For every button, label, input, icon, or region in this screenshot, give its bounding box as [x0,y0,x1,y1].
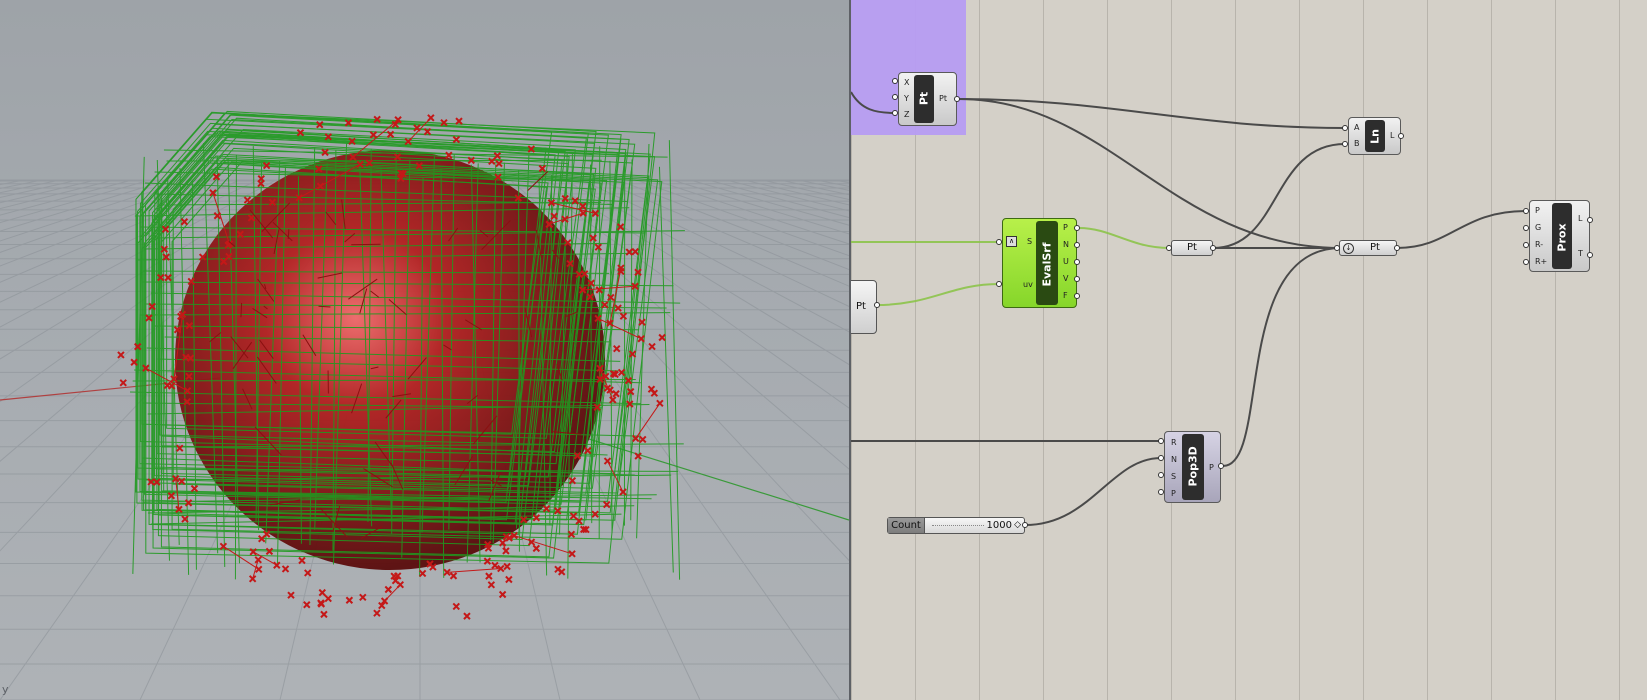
port[interactable] [892,94,898,100]
count-slider[interactable]: Count 1000 ◇ [887,517,1025,534]
port[interactable] [1218,463,1224,469]
port[interactable] [1210,245,1216,251]
internalise-icon: ↓ [1343,243,1354,254]
port[interactable] [1074,276,1080,282]
line-component[interactable]: A B Ln L [1348,117,1401,155]
axis-label: y [2,683,9,696]
port[interactable] [1394,245,1400,251]
viewport-scene [0,110,849,700]
construct-point-component[interactable]: X Y Z Pt Pt [898,72,957,126]
port[interactable] [996,281,1002,287]
port[interactable] [1074,259,1080,265]
slider-value: 1000 [986,520,1012,531]
reparameterize-icon: ∧ [1006,236,1017,247]
wire [851,91,896,114]
port[interactable] [954,96,960,102]
port[interactable] [1342,125,1348,131]
component-name: Pop3D [1186,446,1200,487]
wire-selected [1078,227,1170,249]
port[interactable] [892,78,898,84]
wire [1024,457,1162,526]
port[interactable] [1158,472,1164,478]
wire [1222,247,1342,467]
slider-track[interactable] [932,525,984,527]
wire [1396,210,1527,249]
component-name: Ln [1368,129,1382,144]
point-param-mid[interactable]: Pt [1171,240,1213,256]
port[interactable] [1158,438,1164,444]
wires [851,91,1527,526]
point-param-right[interactable]: ↓ Pt [1339,240,1397,256]
port[interactable] [1074,293,1080,299]
port[interactable] [1158,489,1164,495]
point-param-left[interactable]: Pt [851,280,877,334]
proximity-3d-component[interactable]: P G R- R+ Prox L T [1529,200,1590,272]
component-name: Prox [1555,223,1569,252]
rhino-viewport[interactable]: y [0,0,849,700]
port[interactable] [874,302,880,308]
wire-selected [876,283,1000,306]
port[interactable] [1342,141,1348,147]
port[interactable] [1166,245,1172,251]
port[interactable] [1158,455,1164,461]
port[interactable] [1398,133,1404,139]
port[interactable] [1523,208,1529,214]
slider-label: Count [888,518,925,533]
wire [1212,143,1346,249]
port[interactable] [1022,522,1028,528]
port[interactable] [892,110,898,116]
port[interactable] [1587,252,1593,258]
port[interactable] [996,239,1002,245]
port[interactable] [1523,242,1529,248]
populate-3d-component[interactable]: R N S P Pop3D P [1164,431,1221,503]
port[interactable] [1523,225,1529,231]
evaluate-surface-component[interactable]: ∧ S uv EvalSrf P N U V F [1002,218,1077,308]
port[interactable] [1334,245,1340,251]
component-name: EvalSrf [1040,242,1054,287]
port[interactable] [1074,242,1080,248]
port[interactable] [1523,259,1529,265]
wire [958,98,1346,129]
component-name: Pt [917,91,931,106]
port[interactable] [1074,225,1080,231]
slider-grip-icon[interactable]: ◇ [1014,520,1021,530]
grasshopper-canvas[interactable]: X Y Z Pt Pt A B Ln L ∧ S uv EvalSrf P N … [851,0,1647,700]
port[interactable] [1587,217,1593,223]
